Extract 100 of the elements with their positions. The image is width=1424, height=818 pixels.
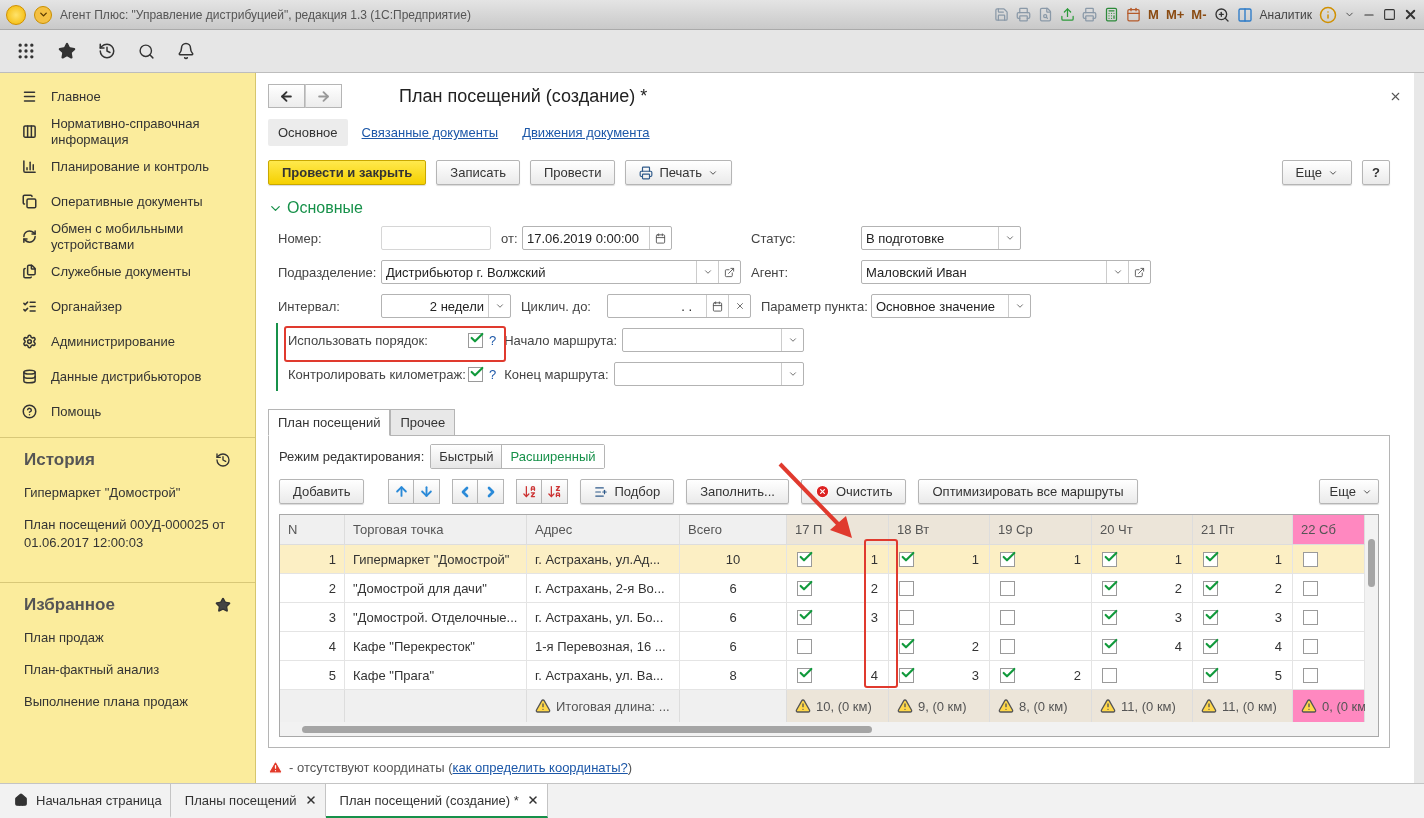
column-header[interactable]: N <box>280 515 345 545</box>
close-icon[interactable] <box>1403 7 1418 22</box>
memory-button[interactable]: M+ <box>1165 7 1185 22</box>
division-field[interactable]: Дистрибьютор г. Волжский <box>381 260 741 284</box>
checkbox[interactable] <box>797 667 812 683</box>
info-icon[interactable] <box>1319 5 1337 24</box>
nav-item[interactable]: Главное <box>0 79 255 114</box>
table-cell[interactable]: 10 <box>680 545 787 574</box>
route-end-field[interactable] <box>614 362 805 386</box>
cyclic-until-field[interactable]: . . <box>607 294 751 318</box>
mode-toggle[interactable]: Расширенный <box>501 445 604 468</box>
help-link[interactable]: ? <box>489 332 497 348</box>
favorite-link[interactable]: План-фактный анализ <box>24 661 231 679</box>
move-left-button[interactable] <box>452 479 479 504</box>
search-icon[interactable] <box>138 42 155 60</box>
memory-button[interactable]: M- <box>1191 7 1207 22</box>
print-icon[interactable] <box>1016 7 1032 22</box>
nav-item[interactable]: Данные дистрибьюторов <box>0 359 255 394</box>
checkbox[interactable] <box>1203 551 1218 567</box>
nav-item[interactable]: Оперативные документы <box>0 184 255 219</box>
checkbox[interactable] <box>1000 580 1015 596</box>
day-column-header[interactable]: 17 П <box>787 515 889 545</box>
table-cell[interactable]: 6 <box>680 603 787 632</box>
memory-button[interactable]: M <box>1148 7 1159 22</box>
date-field[interactable]: 17.06.2019 0:00:00 <box>522 226 672 250</box>
checkbox[interactable] <box>899 551 914 567</box>
column-header[interactable]: Адрес <box>527 515 680 545</box>
add-button[interactable]: Добавить <box>279 479 365 504</box>
maximize-icon[interactable] <box>1383 8 1396 21</box>
form-link[interactable]: Движения документа <box>512 119 660 146</box>
section-header[interactable]: Основные <box>268 199 363 217</box>
column-header[interactable]: Всего <box>680 515 787 545</box>
post-and-close-button[interactable]: Провести и закрыть <box>268 160 427 185</box>
more-button[interactable]: Еще <box>1281 160 1353 185</box>
checkbox[interactable] <box>468 332 483 348</box>
checkbox[interactable] <box>899 638 914 654</box>
star-icon[interactable] <box>215 597 231 613</box>
day-column-header[interactable]: 21 Пт <box>1193 515 1293 545</box>
move-right-button[interactable] <box>478 479 505 504</box>
table-cell[interactable]: г. Астрахань, ул. Ва... <box>527 661 680 690</box>
point-param-field[interactable]: Основное значение <box>871 294 1031 318</box>
agent-field[interactable]: Маловский Иван <box>861 260 1151 284</box>
checkbox[interactable] <box>1102 580 1117 596</box>
toolbar-button[interactable]: Провести <box>529 160 616 185</box>
column-header[interactable]: Торговая точка <box>345 515 527 545</box>
taskbar-tab[interactable]: План посещений (создание) * <box>325 784 548 818</box>
calculator-icon[interactable] <box>1104 7 1120 22</box>
nav-item[interactable]: Планирование и контроль <box>0 149 255 184</box>
nav-item[interactable]: Обмен с мобильными устройствами <box>0 219 255 254</box>
sort-descending-button[interactable] <box>542 479 569 504</box>
vertical-scrollbar[interactable] <box>1365 515 1378 722</box>
day-column-header[interactable]: 22 Сб <box>1293 515 1365 545</box>
checkbox[interactable] <box>1203 609 1218 625</box>
preview-icon[interactable] <box>1038 7 1054 22</box>
panels-icon[interactable] <box>1236 6 1253 23</box>
taskbar-tab[interactable]: Начальная страница <box>0 784 171 818</box>
table-cell[interactable]: Гипермаркет "Домострой" <box>345 545 527 574</box>
pick-button[interactable]: Подбор <box>580 479 675 504</box>
move-down-button[interactable] <box>414 479 441 504</box>
checkbox[interactable] <box>797 609 812 625</box>
day-column-header[interactable]: 20 Чт <box>1092 515 1193 545</box>
checkbox[interactable] <box>1102 667 1117 683</box>
table-cell[interactable]: "Домострой для дачи" <box>345 574 527 603</box>
user-name[interactable]: Аналитик <box>1259 7 1312 22</box>
checkbox[interactable] <box>1000 551 1015 567</box>
day-column-header[interactable]: 19 Ср <box>990 515 1092 545</box>
checkbox[interactable] <box>797 638 812 654</box>
history-icon[interactable] <box>98 42 116 60</box>
checkbox[interactable] <box>1303 551 1318 567</box>
checkbox[interactable] <box>899 667 914 683</box>
mode-toggle[interactable]: Быстрый <box>431 445 502 468</box>
interval-field[interactable]: 2 недели <box>381 294 511 318</box>
checkbox[interactable] <box>797 551 812 567</box>
day-column-header[interactable]: 18 Вт <box>889 515 990 545</box>
table-cell[interactable]: "Домострой. Отделочные... <box>345 603 527 632</box>
checkbox[interactable] <box>797 580 812 596</box>
nav-item[interactable]: Администрирование <box>0 324 255 359</box>
form-link[interactable]: Связанные документы <box>351 119 509 146</box>
number-field[interactable] <box>381 226 491 250</box>
more-button[interactable]: Еще <box>1318 479 1379 504</box>
history-link[interactable]: Гипермаркет "Домострой" <box>24 484 231 502</box>
table-cell[interactable]: 6 <box>680 574 787 603</box>
form-tab[interactable]: Основное <box>268 119 348 146</box>
main-menu-icon[interactable] <box>34 5 52 24</box>
history-link[interactable]: План посещений 00УД-000025 от 01.06.2017 12:00:03 <box>24 516 231 552</box>
app-logo[interactable] <box>6 4 26 25</box>
upload-icon[interactable] <box>1060 7 1076 22</box>
table-cell[interactable]: 6 <box>680 632 787 661</box>
back-button[interactable] <box>268 84 305 108</box>
panel-tab[interactable]: План посещений <box>268 409 391 436</box>
close-icon[interactable] <box>304 794 317 806</box>
fill-button[interactable]: Заполнить... <box>686 479 789 504</box>
status-field[interactable]: В подготовке <box>861 226 1021 250</box>
checkbox[interactable] <box>1303 638 1318 654</box>
close-icon[interactable] <box>526 794 539 806</box>
checkbox[interactable] <box>1000 609 1015 625</box>
table-cell[interactable]: г. Астрахань, 2-я Во... <box>527 574 680 603</box>
save-icon[interactable] <box>994 7 1010 22</box>
optimize-button[interactable]: Оптимизировать все маршруты <box>918 479 1138 504</box>
checkbox[interactable] <box>1303 580 1318 596</box>
